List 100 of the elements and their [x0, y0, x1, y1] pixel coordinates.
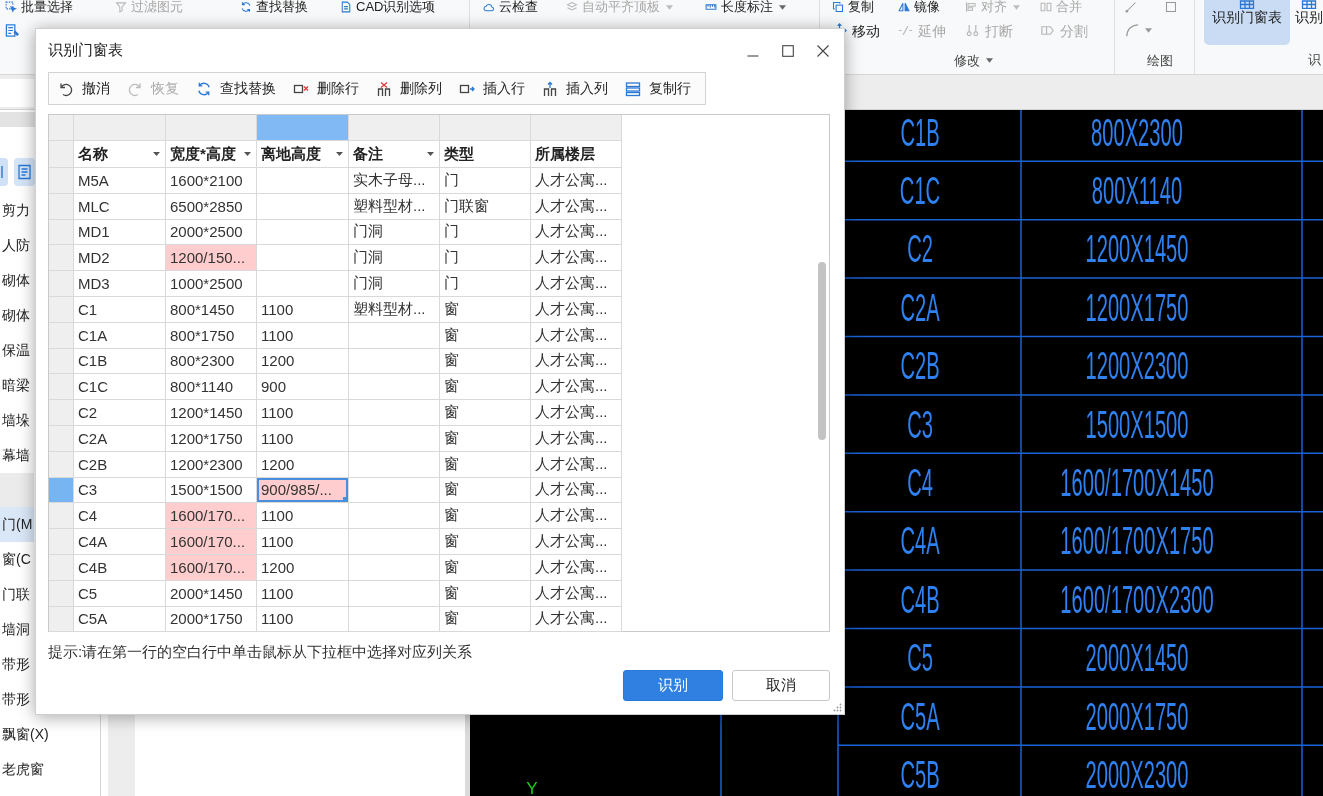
table-cell[interactable]	[257, 168, 349, 194]
sidebar-item[interactable]: 带形	[0, 647, 31, 682]
row-header[interactable]	[49, 219, 74, 246]
confirm-button[interactable]: 识别	[623, 670, 723, 701]
row-header[interactable]	[49, 193, 74, 220]
table-cell[interactable]: C2B	[74, 451, 166, 478]
line-icon[interactable]	[1125, 1, 1137, 13]
table-cell[interactable]: 人才公寓...	[531, 529, 622, 555]
toolbar-button[interactable]: 撤消	[58, 79, 110, 98]
table-cell[interactable]: 人才公寓...	[531, 580, 622, 607]
sidebar-item[interactable]: 砌体	[0, 298, 31, 333]
table-cell[interactable]: 塑料型材...	[349, 193, 440, 220]
table-cell[interactable]: 人才公寓...	[531, 219, 622, 246]
column-selector[interactable]	[74, 115, 166, 141]
sidebar-item[interactable]: 门(M	[0, 507, 34, 542]
row-header[interactable]	[49, 451, 74, 478]
table-cell[interactable]: 门洞	[349, 245, 440, 272]
resize-grip-icon[interactable]	[832, 702, 842, 712]
table-cell[interactable]: C1	[74, 297, 166, 323]
toolbar-button[interactable]: 删除列	[376, 79, 442, 98]
table-cell[interactable]: 2000*1750	[166, 606, 257, 633]
curve-tool-button[interactable]	[1125, 23, 1152, 38]
table-cell[interactable]: 人才公寓...	[531, 451, 622, 478]
sidebar-item[interactable]: 墙垛	[0, 403, 31, 438]
column-header[interactable]: 名称	[74, 141, 166, 168]
toolbar-button[interactable]: 插入列	[542, 79, 608, 98]
table-cell[interactable]: C2	[74, 400, 166, 426]
table-cell[interactable]: 800*1140	[166, 374, 257, 401]
table-cell[interactable]	[349, 477, 440, 504]
table-cell[interactable]: 窗	[440, 400, 531, 426]
table-cell[interactable]: C5	[74, 580, 166, 607]
square-icon[interactable]	[1165, 1, 1177, 13]
table-cell[interactable]: MD1	[74, 219, 166, 246]
table-cell[interactable]: 门	[440, 245, 531, 272]
cancel-button[interactable]: 取消	[732, 670, 830, 701]
sidebar-item[interactable]: 墙洞	[0, 612, 31, 647]
ribbon-button[interactable]: 批量选择	[5, 0, 73, 14]
sidebar-item[interactable]: 暗梁	[0, 368, 31, 403]
table-cell[interactable]	[257, 271, 349, 297]
table-cell[interactable]: 门	[440, 168, 531, 194]
ribbon-button[interactable]: CAD识别选项	[340, 0, 436, 14]
ribbon-button[interactable]: 识别	[1295, 0, 1323, 45]
table-cell[interactable]: 窗	[440, 322, 531, 349]
table-cell[interactable]	[257, 193, 349, 220]
table-cell[interactable]	[257, 219, 349, 246]
table-cell[interactable]: 2000*1450	[166, 580, 257, 607]
table-cell[interactable]	[349, 529, 440, 555]
input-field[interactable]	[0, 79, 34, 107]
table-cell[interactable]: 门洞	[349, 271, 440, 297]
row-header[interactable]	[49, 606, 74, 633]
table-cell[interactable]: C3	[74, 477, 166, 504]
table-cell[interactable]: 800*2300	[166, 348, 257, 375]
table-cell[interactable]: 1000*2500	[166, 271, 257, 297]
scrollbar-thumb[interactable]	[818, 262, 826, 440]
row-header[interactable]	[49, 400, 74, 426]
column-selector[interactable]	[166, 115, 257, 141]
table-cell[interactable]: 1200/150...	[166, 245, 257, 272]
table-cell[interactable]: 窗	[440, 529, 531, 555]
table-cell[interactable]: 人才公寓...	[531, 400, 622, 426]
table-cell[interactable]: 窗	[440, 606, 531, 633]
maximize-icon[interactable]	[782, 44, 794, 57]
table-cell[interactable]: 800*1450	[166, 297, 257, 323]
table-cell[interactable]: 人才公寓...	[531, 503, 622, 530]
column-selector[interactable]	[349, 115, 440, 141]
table-cell[interactable]: 门洞	[349, 219, 440, 246]
table-cell[interactable]	[349, 374, 440, 401]
table-cell[interactable]: 门	[440, 219, 531, 246]
table-cell[interactable]: C2A	[74, 425, 166, 452]
sidebar-item[interactable]: 砌体	[0, 263, 31, 298]
table-cell[interactable]: M5A	[74, 168, 166, 194]
table-cell[interactable]: 1100	[257, 322, 349, 349]
sidebar-item[interactable]: 门联	[0, 577, 31, 612]
list-icon[interactable]	[5, 23, 20, 38]
table-cell[interactable]: 1200*1750	[166, 425, 257, 452]
tile-icon[interactable]	[0, 158, 8, 186]
fill-handle[interactable]	[343, 497, 348, 503]
table-cell[interactable]: 1200*1450	[166, 400, 257, 426]
sidebar-item[interactable]: 人防	[0, 228, 31, 263]
table-cell[interactable]: 塑料型材...	[349, 297, 440, 323]
row-header[interactable]	[49, 554, 74, 581]
caret-icon[interactable]	[985, 58, 993, 63]
table-cell[interactable]: MD3	[74, 271, 166, 297]
table-cell[interactable]: C1A	[74, 322, 166, 349]
row-header[interactable]	[49, 348, 74, 375]
table-cell[interactable]: 人才公寓...	[531, 374, 622, 401]
table-cell[interactable]: 窗	[440, 580, 531, 607]
sidebar-item[interactable]: 飘窗(X)	[0, 717, 50, 752]
row-header[interactable]	[49, 529, 74, 555]
table-cell[interactable]: 人才公寓...	[531, 193, 622, 220]
toolbar-button[interactable]: 删除行	[293, 79, 359, 98]
table-cell[interactable]: 1100	[257, 580, 349, 607]
row-header[interactable]	[49, 168, 74, 194]
table-cell[interactable]	[349, 606, 440, 633]
sidebar-item[interactable]: 剪力	[0, 193, 31, 228]
table-cell[interactable]	[349, 503, 440, 530]
table-cell[interactable]: 窗	[440, 554, 531, 581]
toolbar-button[interactable]: 复制行	[625, 79, 691, 98]
table-cell[interactable]: C5A	[74, 606, 166, 633]
row-header[interactable]	[49, 297, 74, 323]
toolbar-button[interactable]: 插入行	[459, 79, 525, 98]
